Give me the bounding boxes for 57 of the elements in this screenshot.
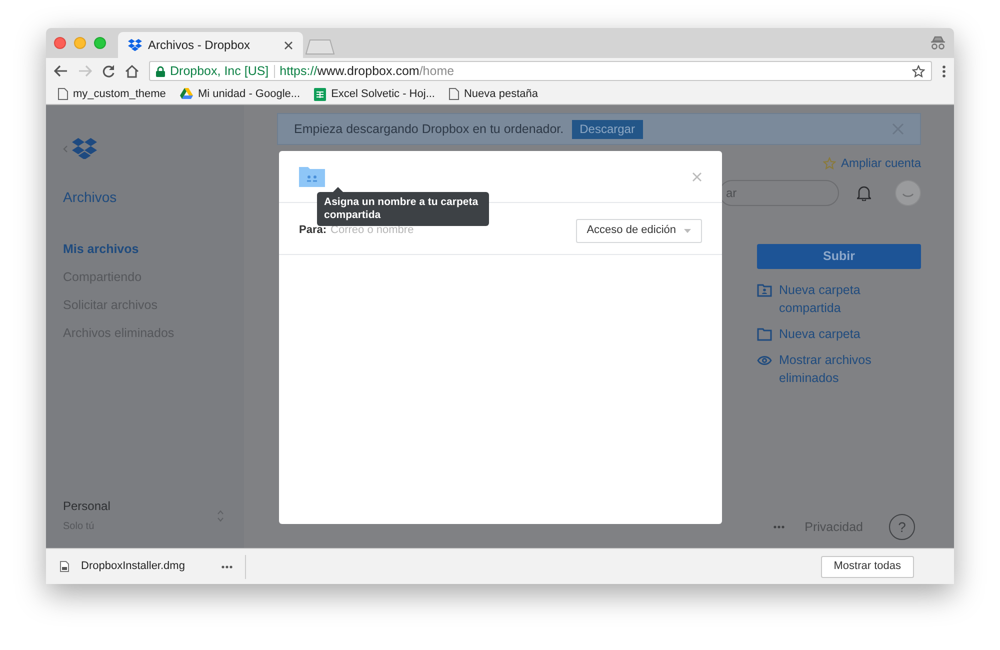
lock-icon bbox=[156, 66, 165, 76]
menu-icon[interactable] bbox=[942, 64, 946, 78]
incognito-icon bbox=[930, 36, 946, 50]
tooltip: Asigna un nombre a tu carpeta compartida bbox=[317, 192, 489, 226]
new-tab-icon[interactable] bbox=[305, 39, 335, 55]
bookmark-link[interactable]: Nueva pestaña bbox=[464, 86, 538, 102]
url-text: https://www.dropbox.com/home bbox=[280, 62, 454, 80]
account-name: Personal bbox=[63, 498, 110, 515]
maximize-window-icon[interactable] bbox=[94, 37, 106, 49]
site-identity: Dropbox, Inc [US] bbox=[170, 62, 269, 80]
close-window-icon[interactable] bbox=[54, 37, 66, 49]
star-icon bbox=[822, 156, 836, 170]
spreadsheet-icon bbox=[314, 88, 326, 100]
page-icon bbox=[448, 88, 459, 100]
to-label: Para: bbox=[299, 223, 327, 238]
back-chevron-icon[interactable] bbox=[63, 144, 68, 153]
shared-folder-icon bbox=[757, 284, 772, 297]
show-all-button[interactable]: Mostrar todas bbox=[820, 556, 914, 578]
caret-icon bbox=[684, 228, 691, 232]
action-link[interactable]: Nueva carpeta bbox=[779, 325, 889, 343]
browser-tab[interactable]: Archivos - Dropbox bbox=[118, 32, 303, 58]
help-button[interactable]: ? bbox=[889, 514, 915, 540]
bookmark-link[interactable]: Mi unidad - Google... bbox=[198, 86, 300, 102]
avatar-icon[interactable] bbox=[895, 180, 921, 206]
more-icon[interactable] bbox=[220, 564, 233, 568]
sidebar-item[interactable]: Mis archivos bbox=[63, 240, 244, 259]
action-link[interactable]: Nueva carpeta compartida bbox=[779, 281, 889, 317]
close-icon[interactable] bbox=[284, 40, 293, 50]
drive-icon bbox=[180, 88, 193, 100]
chevron-up-down-icon bbox=[217, 510, 224, 522]
file-icon bbox=[60, 561, 69, 572]
download-button[interactable]: Descargar bbox=[572, 120, 643, 138]
bookmark-link[interactable]: Excel Solvetic - Hoj... bbox=[331, 86, 435, 102]
download-filename[interactable]: DropboxInstaller.dmg bbox=[81, 558, 185, 575]
upgrade-link[interactable]: Ampliar cuenta bbox=[840, 154, 921, 172]
forward-arrow-icon[interactable] bbox=[78, 65, 92, 77]
minimize-window-icon[interactable] bbox=[74, 37, 86, 49]
sidebar-title: Archivos bbox=[63, 188, 118, 208]
tooltip-pointer bbox=[333, 187, 343, 192]
star-icon[interactable] bbox=[912, 64, 925, 78]
shared-folder-icon bbox=[299, 166, 325, 187]
bell-icon[interactable] bbox=[857, 185, 871, 201]
page-icon bbox=[58, 88, 68, 100]
access-dropdown[interactable]: Acceso de edición bbox=[576, 218, 702, 242]
home-icon[interactable] bbox=[125, 64, 139, 78]
folder-icon bbox=[757, 328, 772, 341]
banner-text: Empieza descargando Dropbox en tu ordenador. bbox=[294, 120, 564, 138]
action-link[interactable]: Mostrar archivos eliminados bbox=[779, 351, 889, 387]
reload-icon[interactable] bbox=[102, 64, 115, 78]
bookmark-link[interactable]: my_custom_theme bbox=[73, 86, 166, 102]
upload-button[interactable]: Subir bbox=[757, 244, 921, 269]
eye-icon bbox=[757, 355, 772, 366]
dropbox-logo-icon bbox=[128, 39, 142, 51]
dropbox-logo-icon bbox=[72, 138, 97, 160]
address-bar[interactable]: Dropbox, Inc [US] https://www.dropbox.com/home bbox=[149, 61, 932, 81]
more-icon[interactable] bbox=[772, 525, 785, 529]
back-arrow-icon[interactable] bbox=[54, 65, 68, 77]
